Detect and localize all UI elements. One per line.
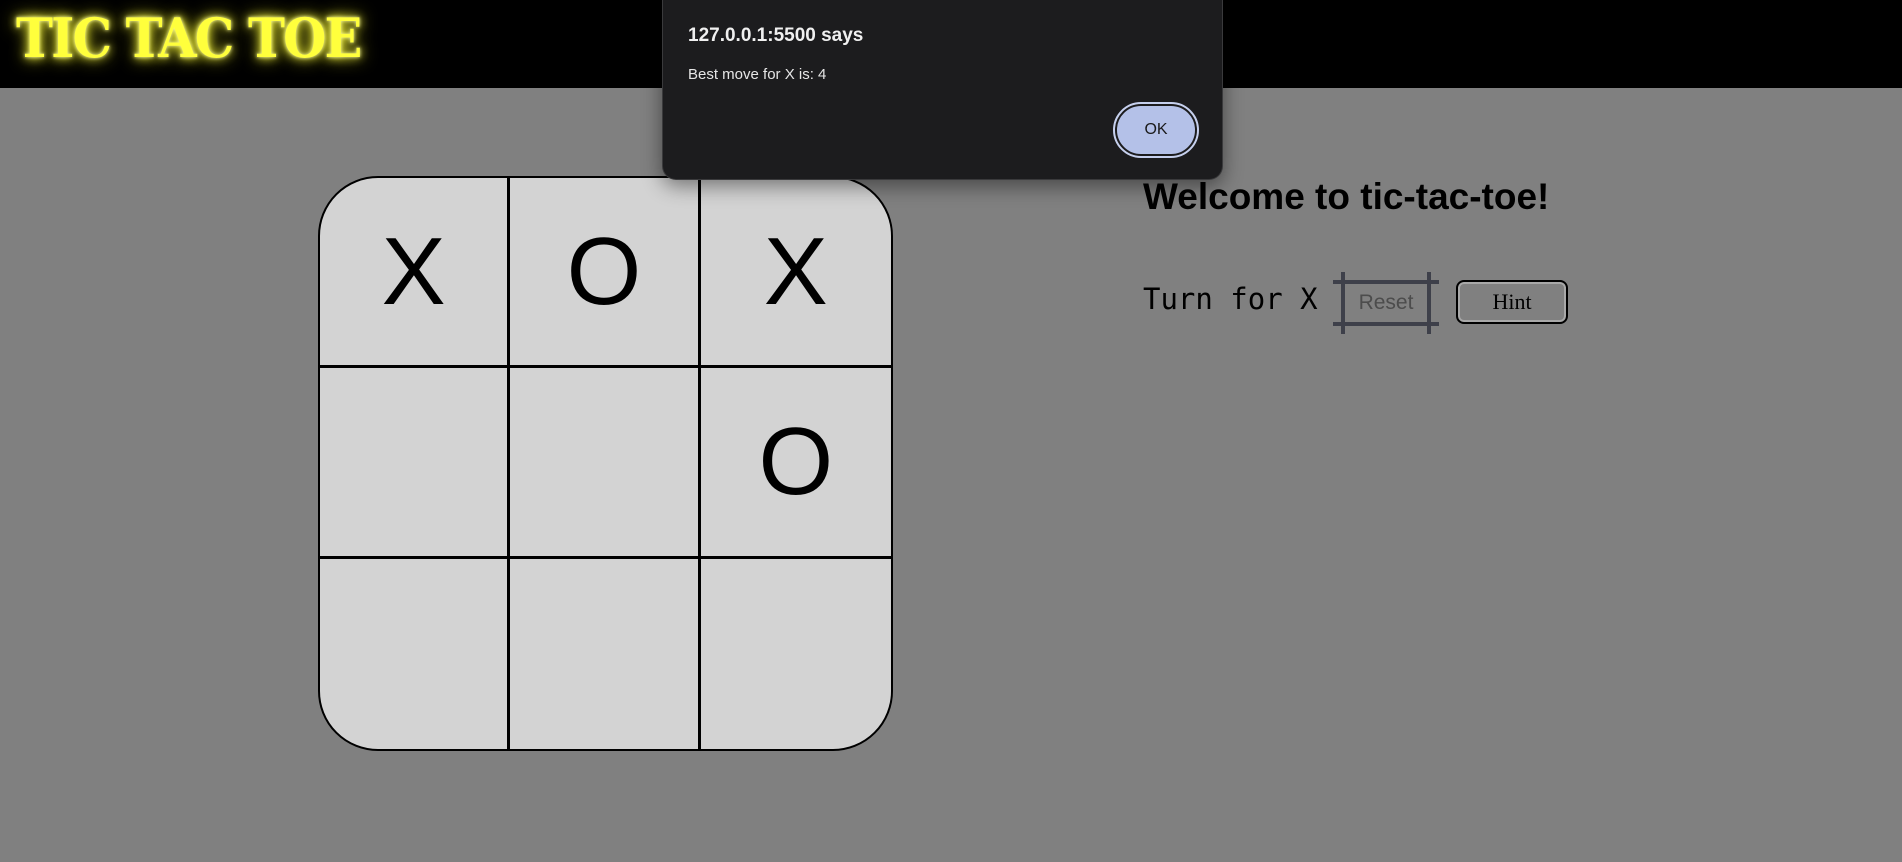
board-cell-5[interactable]: O — [700, 368, 891, 559]
board-cell-0[interactable]: X — [320, 178, 511, 369]
turn-indicator: Turn for X — [1143, 282, 1318, 316]
board-cell-7[interactable] — [510, 558, 701, 749]
logo-title: TIC TAC TOE — [16, 6, 362, 70]
board-cell-1[interactable]: O — [510, 178, 701, 369]
game-board: X O X O — [318, 176, 893, 751]
board-cell-8[interactable] — [701, 559, 891, 749]
board-cell-2[interactable]: X — [700, 178, 891, 369]
hint-button[interactable]: Hint — [1456, 280, 1568, 324]
reset-button[interactable]: Reset — [1333, 280, 1439, 326]
board-cell-3[interactable] — [320, 368, 511, 559]
welcome-heading: Welcome to tic-tac-toe! — [1143, 176, 1550, 217]
ok-button[interactable]: OK — [1113, 102, 1199, 158]
alert-dialog-title: 127.0.0.1:5500 says — [688, 25, 864, 46]
alert-dialog: 127.0.0.1:5500 says Best move for X is: … — [662, 0, 1223, 180]
alert-dialog-message: Best move for X is: 4 — [688, 66, 827, 83]
reset-control: Reset — [1333, 272, 1439, 334]
board-cell-6[interactable] — [320, 558, 511, 749]
board-cell-4[interactable] — [510, 368, 701, 559]
